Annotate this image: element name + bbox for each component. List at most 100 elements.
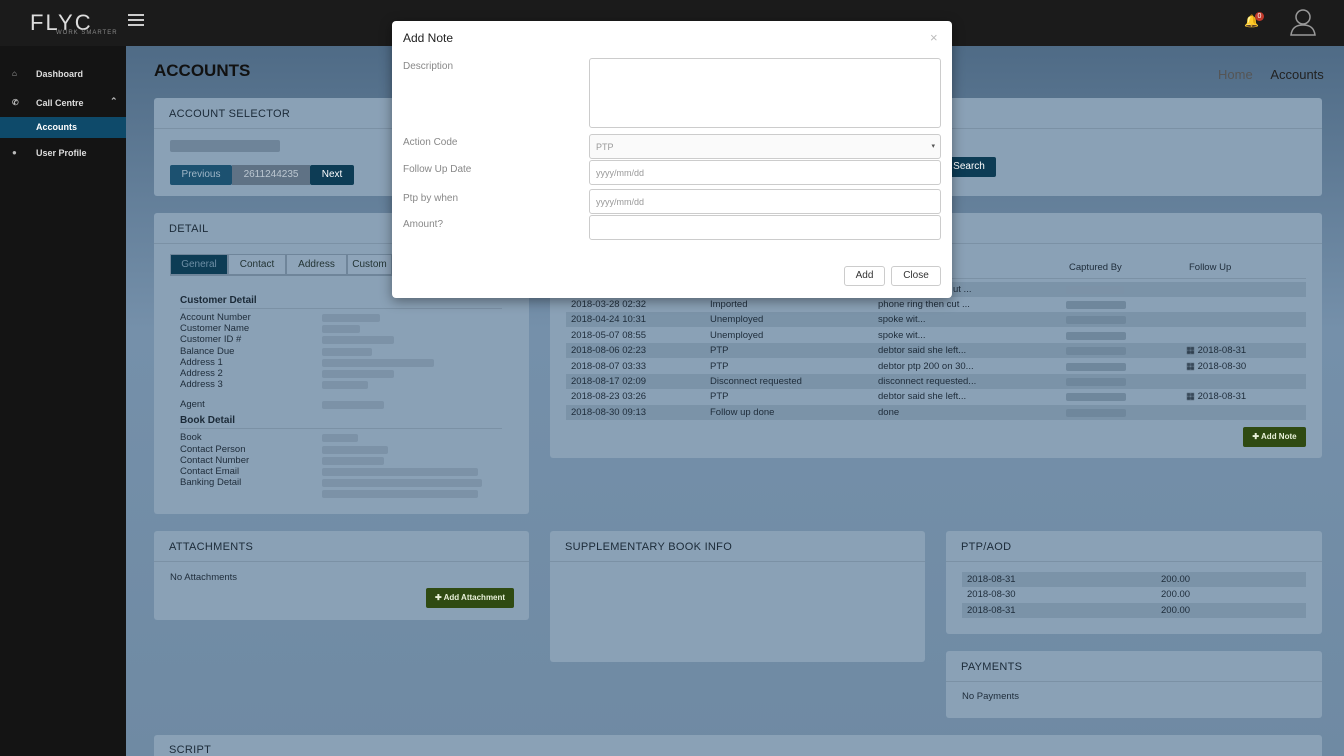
action-code-value: PTP (596, 142, 614, 152)
table-row[interactable]: 2018-08-06 02:23 PTP debtor said she left.… (566, 343, 1306, 359)
next-button[interactable]: Next (310, 165, 354, 185)
follow-up-date: 2018-08-31 (1197, 391, 1247, 403)
field-label: Contact Email (180, 466, 240, 477)
field-label: Balance Due (180, 346, 235, 357)
sidebar-item-label: Call Centre (36, 98, 84, 108)
action-cell: Follow up done (710, 406, 775, 418)
user-icon: ● (12, 148, 17, 157)
account-number-field[interactable]: 2611244235 (232, 165, 310, 185)
action-cell: Imported (710, 299, 748, 310)
follow-up-date: 2018-08-30 (1197, 360, 1247, 372)
user-avatar-icon[interactable] (1290, 8, 1316, 36)
description-label: Description (403, 61, 454, 72)
plus-icon: ✚ (434, 593, 442, 602)
field-label: Address 1 (180, 357, 223, 368)
supplementary-panel: SUPPLEMENTARY BOOK INFO (550, 531, 925, 662)
ptp-by-when-input[interactable]: yyyy/mm/dd (589, 189, 941, 214)
calendar-icon: ▦ (1186, 391, 1198, 403)
note-cell: ut ... (953, 284, 972, 295)
table-row[interactable]: 2018-08-07 03:33 PTP debtor ptp 200 on 30.… (566, 359, 1306, 374)
redacted-value (322, 336, 394, 344)
table-row[interactable]: 2018-04-24 10:31 Unemployed spoke wit... (566, 312, 1306, 328)
tab-contact[interactable]: Contact (228, 254, 286, 275)
sidebar-item-dashboard[interactable]: ⌂ Dashboard (0, 63, 126, 85)
breadcrumb-home[interactable]: Home (1218, 67, 1253, 82)
add-button[interactable]: Add (844, 266, 885, 286)
table-row[interactable]: 2018-08-31 200.00 (962, 572, 1306, 587)
add-note-button[interactable]: ✚ Add Note (1243, 427, 1306, 447)
table-row[interactable]: 2018-08-30 200.00 (962, 587, 1306, 602)
follow-up-cell: ▦ 2018-08-31 (1186, 391, 1246, 402)
close-button[interactable]: Close (891, 266, 941, 286)
column-header-captured-by: Captured By (1069, 262, 1122, 273)
amount-label: Amount? (403, 219, 444, 230)
panel-title: ATTACHMENTS (169, 541, 254, 553)
table-row[interactable]: 2018-03-28 02:32 Imported phone ring then … (566, 297, 1306, 312)
action-cell: Disconnect requested (710, 376, 802, 387)
panel-title: DETAIL (169, 223, 209, 235)
sidebar-item-user-profile[interactable]: ● User Profile (0, 142, 126, 164)
sidebar-item-call-centre[interactable]: ✆ Call Centre ⌃ (0, 92, 126, 114)
note-cell: debtor said she left... (878, 391, 967, 403)
add-attachment-button[interactable]: ✚ Add Attachment (426, 588, 514, 608)
ptp-date: 2018-08-31 (967, 604, 1016, 616)
notification-badge: 0 (1255, 12, 1264, 21)
tab-custom[interactable]: Custom (347, 254, 392, 275)
field-label: Customer ID # (180, 334, 242, 345)
sidebar-item-label: Accounts (36, 122, 78, 132)
redacted-value (1066, 286, 1124, 294)
follow-up-date-label: Follow Up Date (403, 164, 472, 175)
calendar-icon: ▦ (1186, 360, 1198, 372)
table-row[interactable]: 2018-08-30 09:13 Follow up done done (566, 404, 1306, 420)
panel-title: SCRIPT (169, 744, 212, 756)
date-cell: 2018-08-17 02:09 (571, 376, 647, 387)
table-row[interactable]: 2018-08-17 02:09 Disconnect requested disc… (566, 374, 1306, 389)
action-code-label: Action Code (403, 137, 458, 148)
panel-title: ACCOUNT SELECTOR (169, 108, 291, 120)
amount-input[interactable] (589, 215, 941, 240)
field-label: Book (180, 432, 202, 443)
follow-up-date-input[interactable]: yyyy/mm/dd (589, 160, 941, 185)
note-cell: debtor said she left... (878, 345, 967, 357)
divider (154, 561, 529, 562)
date-cell: 2018-08-06 02:23 (571, 345, 647, 357)
redacted-value (1066, 301, 1126, 309)
redacted-value (322, 457, 384, 465)
table-row[interactable]: 2018-05-07 08:55 Unemployed spoke wit... (566, 328, 1306, 343)
previous-button[interactable]: Previous (170, 165, 232, 185)
redacted-value (322, 348, 372, 356)
action-cell: PTP (710, 391, 729, 403)
description-textarea[interactable] (589, 58, 941, 128)
follow-up-date: 2018-08-31 (1197, 345, 1247, 357)
note-cell: done (878, 406, 900, 418)
account-name-blurred (170, 140, 280, 152)
modal-title: Add Note (403, 31, 454, 45)
chevron-up-icon: ⌃ (110, 96, 118, 106)
redacted-value (322, 325, 360, 333)
empty-state-text: No Payments (962, 691, 1020, 702)
sidebar-item-accounts[interactable]: Accounts (0, 117, 126, 138)
follow-up-cell: ▦ 2018-08-31 (1186, 345, 1246, 356)
close-icon[interactable]: × (930, 30, 938, 45)
add-note-label: Add Note (1261, 432, 1297, 441)
tab-address[interactable]: Address (286, 254, 347, 275)
follow-up-cell: ▦ 2018-08-30 (1186, 361, 1246, 372)
redacted-value (322, 468, 478, 476)
menu-toggle-icon[interactable] (128, 14, 144, 28)
tab-general[interactable]: General (170, 254, 228, 275)
field-label: Banking Detail (180, 477, 242, 488)
table-row[interactable]: 2018-08-31 200.00 (962, 602, 1306, 618)
ptp-by-when-label: Ptp by when (403, 193, 459, 204)
sidebar-item-label: Dashboard (36, 69, 84, 79)
redacted-value (322, 359, 434, 367)
panel-title: PTP/AOD (961, 541, 1012, 553)
date-cell: 2018-03-28 02:32 (571, 299, 647, 310)
field-label: Contact Person (180, 444, 246, 455)
field-label: Account Number (180, 312, 251, 323)
action-code-select[interactable]: PTP ▾ (589, 134, 941, 159)
ptp-date: 2018-08-30 (967, 589, 1016, 601)
home-icon: ⌂ (12, 69, 17, 78)
table-row[interactable]: 2018-08-23 03:26 PTP debtor said she left.… (566, 389, 1306, 404)
date-cell: 2018-08-30 09:13 (571, 406, 647, 418)
customer-detail-heading: Customer Detail (180, 295, 257, 306)
